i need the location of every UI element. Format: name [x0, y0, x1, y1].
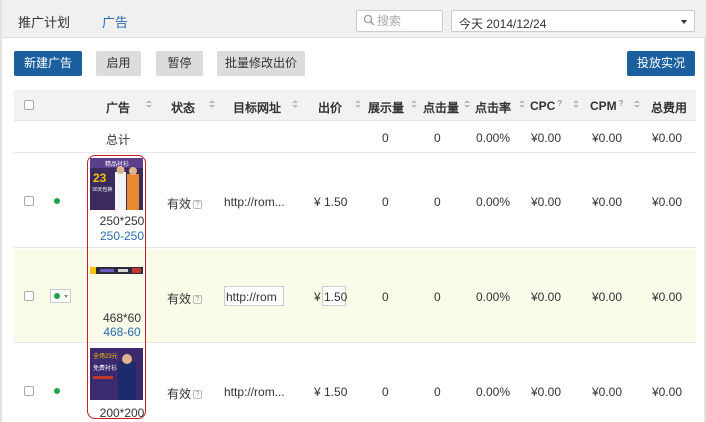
- total-ctr: 0.00%: [476, 131, 511, 145]
- chevron-down-icon: [64, 295, 68, 298]
- cpc-value: ¥0.00: [531, 385, 562, 399]
- sort-icon[interactable]: [634, 100, 640, 110]
- row-checkbox[interactable]: [24, 291, 34, 301]
- impressions-value: 0: [382, 290, 389, 304]
- table-header: 广告 状态 目标网址 出价 展示量 点击量 点击率 CPC? CPM? 总费用: [14, 90, 696, 121]
- bid-value: ¥ 1.50: [314, 385, 348, 399]
- ctr-value: 0.00%: [476, 195, 511, 209]
- sort-icon[interactable]: [292, 100, 298, 110]
- delivery-stats-button[interactable]: 投放实况: [627, 51, 695, 76]
- col-impressions[interactable]: 展示量: [368, 99, 404, 116]
- breadcrumb-campaign[interactable]: 推广计划: [18, 12, 70, 31]
- bid-input[interactable]: 1.50: [322, 286, 347, 306]
- select-all-checkbox[interactable]: [24, 100, 34, 110]
- status-text: 有效?: [167, 290, 203, 307]
- pause-button[interactable]: 暂停: [156, 51, 203, 76]
- target-url[interactable]: http://rom...: [224, 195, 285, 209]
- status-label: 有效: [167, 197, 192, 211]
- cpm-value: ¥0.00: [592, 385, 623, 399]
- help-icon[interactable]: ?: [193, 295, 203, 305]
- status-dot-icon: [54, 388, 60, 394]
- clicks-value: 0: [434, 195, 441, 209]
- sort-icon[interactable]: [519, 100, 525, 110]
- total-cpc: ¥0.00: [531, 131, 562, 145]
- help-icon[interactable]: ?: [557, 99, 562, 108]
- col-bid[interactable]: 出价: [318, 99, 342, 116]
- target-url[interactable]: http://rom...: [224, 385, 285, 399]
- chevron-down-icon: [681, 20, 687, 24]
- new-ad-button[interactable]: 新建广告: [14, 51, 82, 76]
- date-range-select[interactable]: 今天 2014/12/24: [451, 10, 695, 32]
- status-text: 有效?: [167, 385, 203, 402]
- help-icon[interactable]: ?: [619, 99, 624, 108]
- row-checkbox[interactable]: [24, 386, 34, 396]
- thumbnail-highlight-outline: [87, 155, 146, 419]
- clicks-value: 0: [434, 385, 441, 399]
- search-input[interactable]: [377, 13, 439, 29]
- col-status[interactable]: 状态: [171, 99, 195, 116]
- col-clicks[interactable]: 点击量: [423, 99, 459, 116]
- search-box[interactable]: [356, 10, 443, 32]
- sort-icon[interactable]: [209, 100, 215, 110]
- col-target-url[interactable]: 目标网址: [233, 99, 281, 116]
- clicks-value: 0: [434, 290, 441, 304]
- help-icon[interactable]: ?: [193, 200, 203, 210]
- status-dot-icon: [54, 293, 60, 299]
- cost-value: ¥0.00: [652, 385, 683, 399]
- bid-value: ¥ 1.50: [314, 195, 348, 209]
- status-toggle-dropdown[interactable]: [50, 289, 71, 303]
- col-cpm-label: CPM: [590, 99, 617, 113]
- date-range-value: 今天 2014/12/24: [459, 17, 547, 31]
- bid-currency: ¥: [314, 290, 321, 304]
- sort-icon[interactable]: [355, 100, 361, 110]
- help-icon[interactable]: ?: [193, 390, 203, 400]
- impressions-value: 0: [382, 195, 389, 209]
- status-text: 有效?: [167, 195, 203, 212]
- total-impressions: 0: [382, 131, 389, 145]
- total-cpm: ¥0.00: [592, 131, 623, 145]
- ctr-value: 0.00%: [476, 385, 511, 399]
- sort-icon[interactable]: [411, 100, 417, 110]
- sort-icon[interactable]: [464, 100, 470, 110]
- status-label: 有效: [167, 387, 192, 401]
- cost-value: ¥0.00: [652, 290, 683, 304]
- target-url-input[interactable]: http://rom: [224, 286, 284, 306]
- sort-icon[interactable]: [573, 100, 579, 110]
- top-bar: 推广计划 广告 今天 2014/12/24: [2, 0, 706, 38]
- total-clicks: 0: [434, 131, 441, 145]
- col-cpm[interactable]: CPM?: [590, 99, 624, 113]
- impressions-value: 0: [382, 385, 389, 399]
- row-checkbox[interactable]: [24, 196, 34, 206]
- search-icon: [363, 14, 375, 26]
- status-dot-icon: [54, 198, 60, 204]
- cpm-value: ¥0.00: [592, 290, 623, 304]
- col-total-cost[interactable]: 总费用: [651, 99, 687, 116]
- cost-value: ¥0.00: [652, 195, 683, 209]
- batch-bid-button[interactable]: 批量修改出价: [217, 51, 305, 76]
- cpc-value: ¥0.00: [531, 290, 562, 304]
- enable-button[interactable]: 启用: [96, 51, 141, 76]
- breadcrumb-ads[interactable]: 广告: [102, 12, 128, 31]
- col-ctr[interactable]: 点击率: [475, 99, 511, 116]
- total-row: 总计 0 0 0.00% ¥0.00 ¥0.00 ¥0.00: [14, 122, 696, 153]
- status-label: 有效: [167, 292, 192, 306]
- sort-icon[interactable]: [146, 100, 152, 110]
- ad-management-panel: 推广计划 广告 今天 2014/12/24 新建广告 启用 暂停 批量修改出价 …: [0, 0, 706, 422]
- col-cpc-label: CPC: [530, 99, 556, 113]
- cpc-value: ¥0.00: [531, 195, 562, 209]
- total-cost: ¥0.00: [652, 131, 683, 145]
- col-ad[interactable]: 广告: [106, 99, 130, 116]
- col-cpc[interactable]: CPC?: [530, 99, 562, 113]
- cpm-value: ¥0.00: [592, 195, 623, 209]
- ctr-value: 0.00%: [476, 290, 511, 304]
- total-label: 总计: [106, 133, 131, 147]
